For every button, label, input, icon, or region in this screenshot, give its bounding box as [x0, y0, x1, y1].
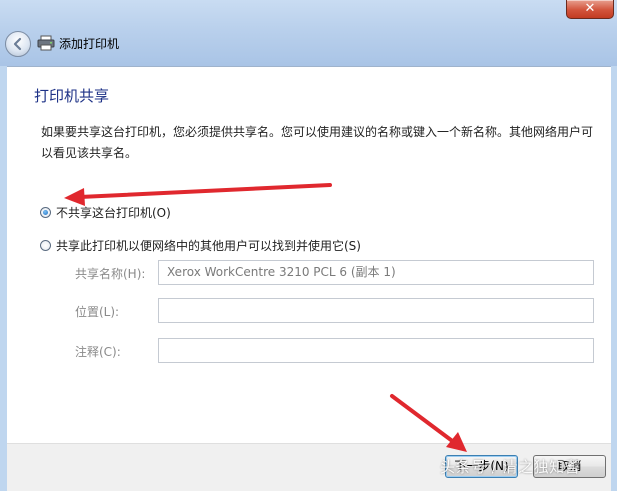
back-button[interactable]	[5, 31, 31, 57]
watermark-text: 头条号 / 清之独知耆	[440, 458, 581, 476]
back-arrow-icon	[13, 37, 22, 51]
option-share-label[interactable]: 共享此打印机以便网络中的其他用户可以找到并使用它(S)	[56, 237, 361, 254]
location-label: 位置(L):	[75, 305, 120, 319]
page-heading: 打印机共享	[34, 87, 110, 105]
comment-field[interactable]	[158, 338, 594, 363]
description-text: 如果要共享这台打印机，您必须提供共享名。您可以使用建议的名称或键入一个新名称。其…	[41, 125, 594, 160]
location-field[interactable]	[158, 298, 594, 323]
share-name-label: 共享名称(H):	[75, 267, 146, 281]
printer-icon	[37, 35, 55, 51]
radio-no-share[interactable]	[40, 207, 51, 218]
option-share[interactable]: 共享此打印机以便网络中的其他用户可以找到并使用它(S)	[40, 237, 361, 254]
close-button[interactable]: ✕	[566, 0, 614, 19]
option-no-share-label[interactable]: 不共享这台打印机(O)	[56, 204, 171, 221]
comment-label: 注释(C):	[75, 345, 121, 359]
window-title: 添加打印机	[59, 37, 120, 51]
radio-share[interactable]	[40, 240, 51, 251]
option-no-share[interactable]: 不共享这台打印机(O)	[40, 204, 171, 221]
title-bar	[0, 0, 617, 66]
share-name-field[interactable]: Xerox WorkCentre 3210 PCL 6 (副本 1)	[158, 260, 594, 285]
